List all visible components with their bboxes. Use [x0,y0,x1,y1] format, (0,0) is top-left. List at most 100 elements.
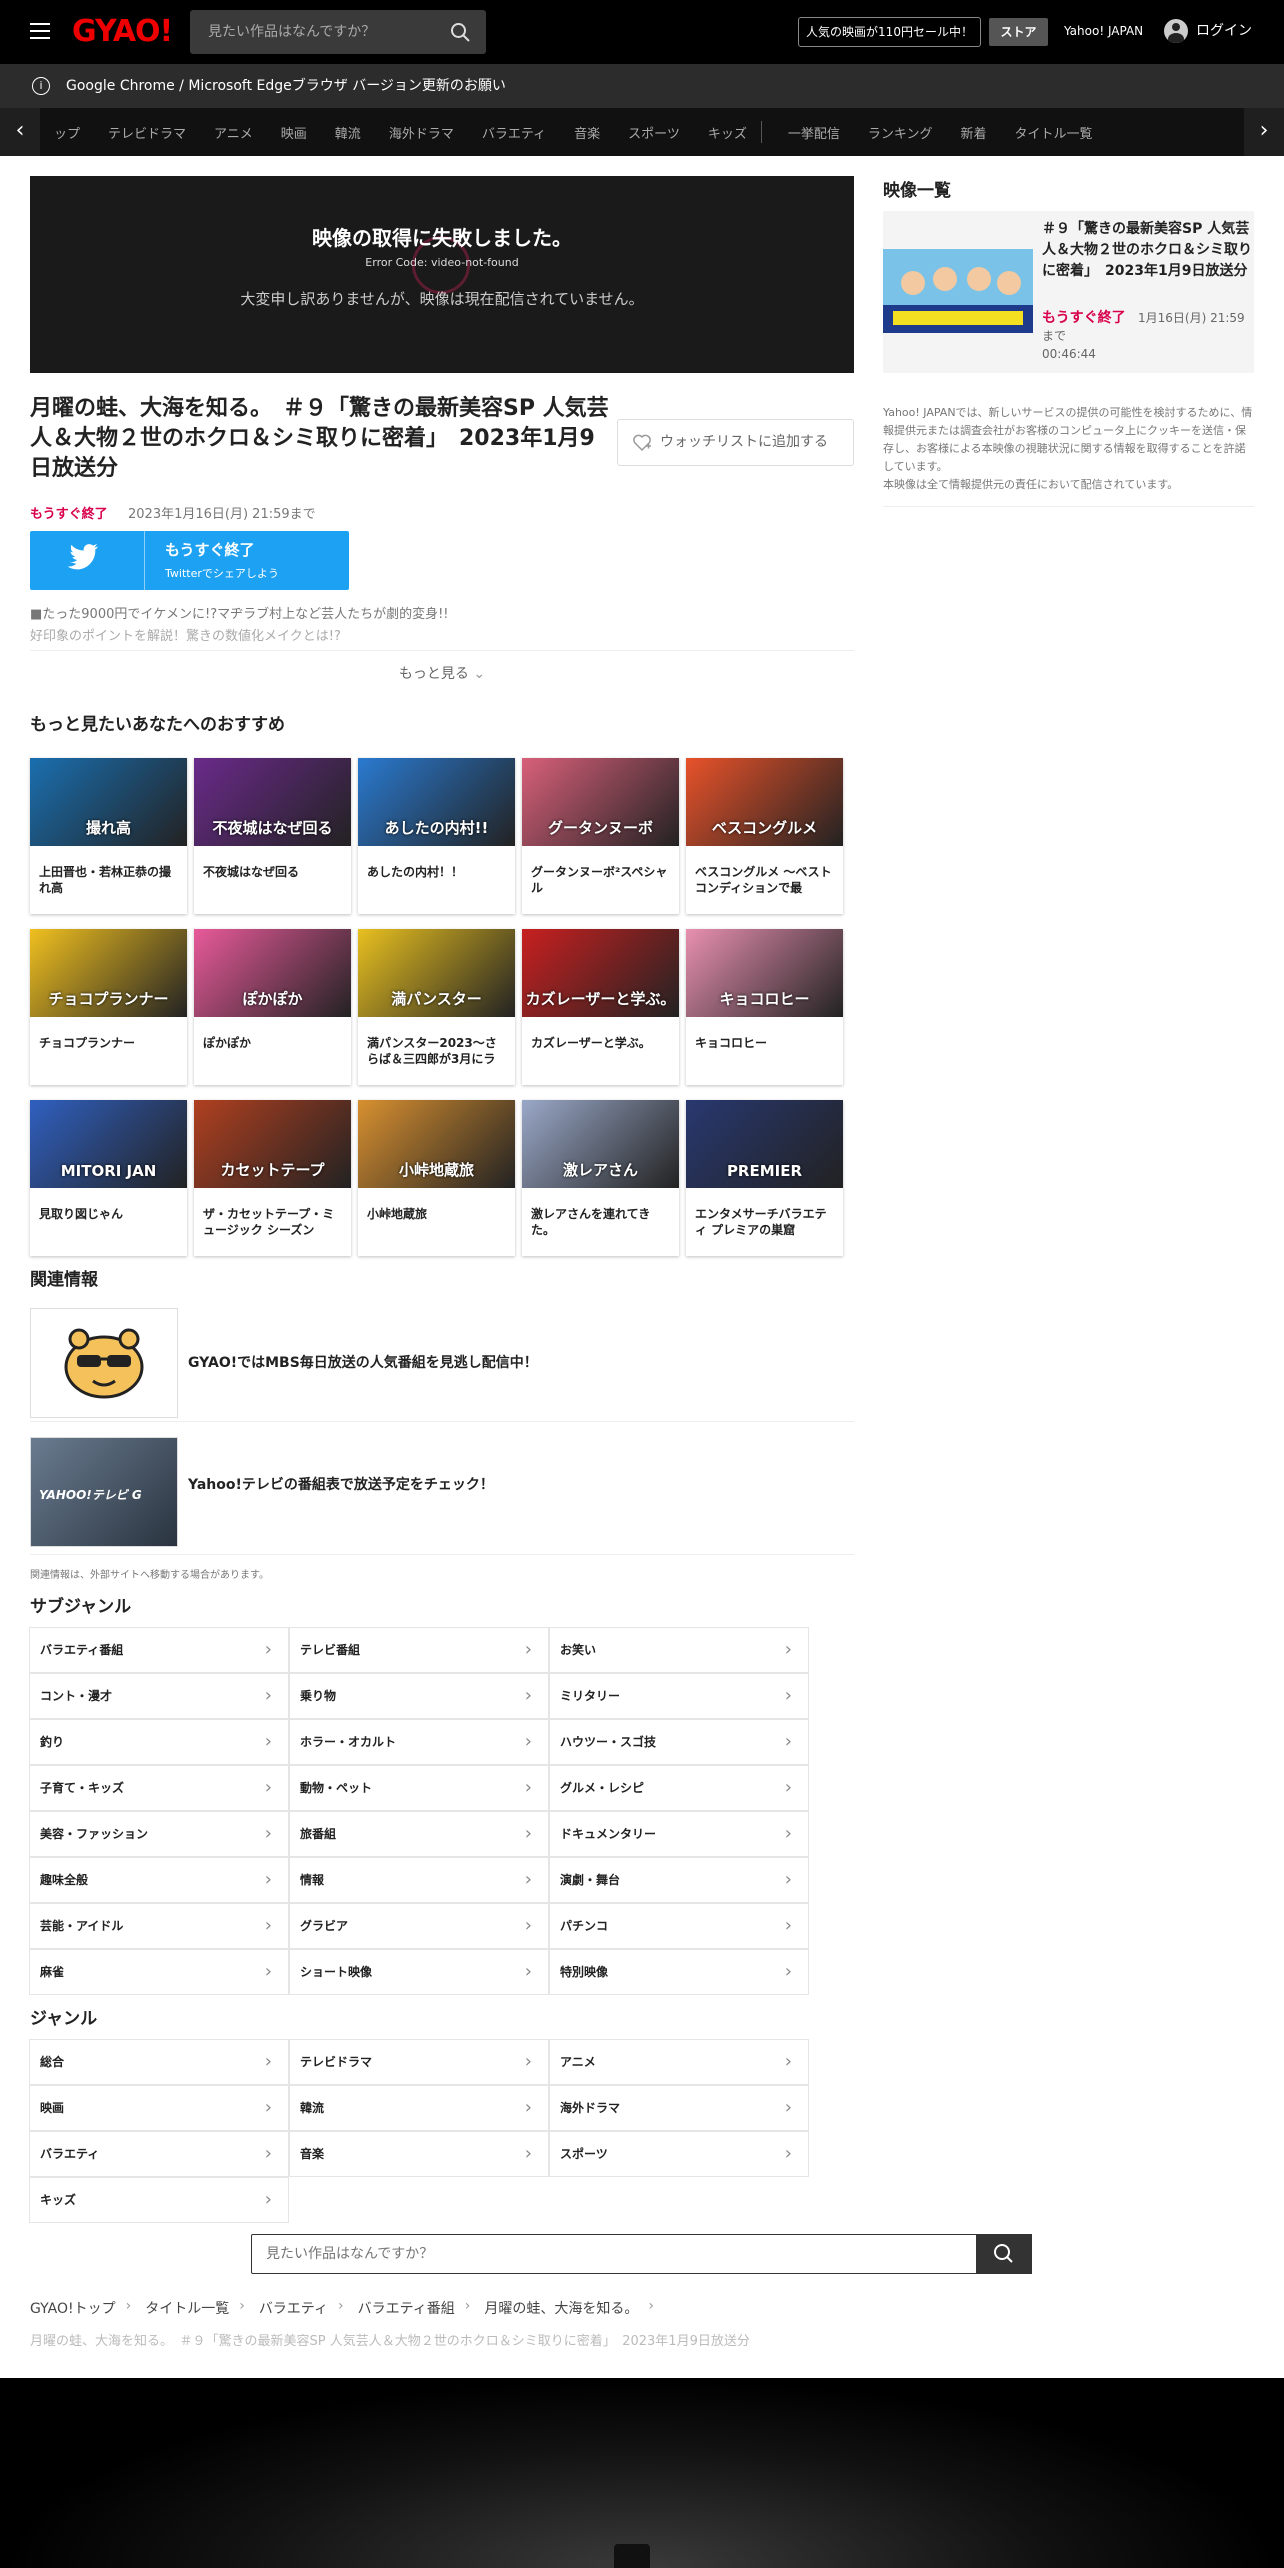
nav-item-sports[interactable]: スポーツ [614,123,694,142]
genre-item[interactable]: アニメ [549,2039,809,2085]
genre-heading: ジャンル [30,2009,98,2029]
show-more-button[interactable]: もっと見る ⌄ [30,650,854,696]
subgenre-item[interactable]: 釣り [29,1719,289,1765]
recommend-card[interactable]: PREMIER エンタメサーチバラエティ プレミアの巣窟 [686,1100,843,1256]
subgenre-item[interactable]: ハウツー・スゴ技 [549,1719,809,1765]
subgenre-item[interactable]: 演劇・舞台 [549,1857,809,1903]
bottom-search-input[interactable] [266,2235,966,2273]
genre-item[interactable]: 韓流 [289,2085,549,2131]
nav-prev-icon[interactable]: ‹ [0,108,40,156]
card-thumbnail: あしたの内村!! [358,758,515,846]
subgenre-item[interactable]: テレビ番組 [289,1627,549,1673]
search-input[interactable] [208,10,438,54]
genre-item[interactable]: 映画 [29,2085,289,2131]
nav-item-drama[interactable]: テレビドラマ [94,123,200,142]
recommend-card[interactable]: カセットテープ ザ・カセットテープ・ミュージック シーズン [194,1100,351,1256]
logo[interactable]: GYAO! [72,14,173,50]
subgenre-item[interactable]: 旅番組 [289,1811,549,1857]
yahoo-japan-link[interactable]: Yahoo! JAPAN [1064,24,1143,38]
subgenre-item[interactable]: ホラー・オカルト [289,1719,549,1765]
genre-item[interactable]: キッズ [29,2177,289,2223]
nav-item-music[interactable]: 音楽 [560,123,614,142]
browser-notice[interactable]: i Google Chrome / Microsoft Edgeブラウザ バージ… [0,64,1284,108]
subgenre-item[interactable]: ショート映像 [289,1949,549,1995]
subgenre-item[interactable]: 美容・ファッション [29,1811,289,1857]
sale-link[interactable]: 人気の映画が110円セール中！ [798,17,981,47]
store-button[interactable]: ストア [989,18,1048,46]
subgenre-item[interactable]: 趣味全般 [29,1857,289,1903]
subgenre-item[interactable]: 特別映像 [549,1949,809,1995]
subgenre-item[interactable]: 麻雀 [29,1949,289,1995]
genre-item[interactable]: テレビドラマ [289,2039,549,2085]
card-thumbnail-text: グータンヌーボ [547,819,653,837]
subgenre-item[interactable]: パチンコ [549,1903,809,1949]
genre-item[interactable]: 音楽 [289,2131,549,2177]
nav-item-anime[interactable]: アニメ [200,123,267,142]
breadcrumb-top[interactable]: GYAO!トップ [30,2298,116,2318]
recommend-card[interactable]: チョコプランナー チョコプランナー [30,929,187,1085]
sidebar-video-item[interactable]: ＃９「驚きの最新美容SP 人気芸人＆大物２世のホクロ＆シミ取りに密着」 2023… [883,211,1254,373]
subgenre-item[interactable]: ミリタリー [549,1673,809,1719]
recommend-card[interactable]: カズレーザーと学ぶ。 カズレーザーと学ぶ。 [522,929,679,1085]
subgenre-item[interactable]: グルメ・レシピ [549,1765,809,1811]
nav-item-new[interactable]: 新着 [946,123,1000,142]
nav-item-binge[interactable]: 一挙配信 [774,123,854,142]
subgenre-item[interactable]: お笑い [549,1627,809,1673]
recommend-card[interactable]: 激レアさん 激レアさんを連れてきた。 [522,1100,679,1256]
recommend-card[interactable]: 不夜城はなぜ回る 不夜城はなぜ回る [194,758,351,914]
search-icon[interactable] [450,22,470,42]
recommend-card[interactable]: あしたの内村!! あしたの内村！！ [358,758,515,914]
subgenre-item[interactable]: コント・漫才 [29,1673,289,1719]
nav-next-icon[interactable]: › [1244,108,1284,156]
recommend-card[interactable]: ぽかぽか ぽかぽか [194,929,351,1085]
genre-item[interactable]: 総合 [29,2039,289,2085]
page-top-tab[interactable] [614,2544,650,2568]
nav-item-overseas-drama[interactable]: 海外ドラマ [375,123,468,142]
video-player[interactable]: 映像の取得に失敗しました。 Error Code: video-not-foun… [30,176,854,373]
subgenre-item[interactable]: 芸能・アイドル [29,1903,289,1949]
login-button[interactable]: ログイン [1164,18,1252,44]
breadcrumb-titles[interactable]: タイトル一覧 [145,2298,229,2318]
nav-item-top[interactable]: ップ [40,123,94,142]
breadcrumb-variety[interactable]: バラエティ [259,2298,328,2318]
subgenre-item[interactable]: グラビア [289,1903,549,1949]
card-thumbnail: MITORI JAN [30,1100,187,1188]
recommend-card[interactable]: 満パンスター 満パンスター2023〜さらば＆三四郎が3月にラ [358,929,515,1085]
twitter-share-button[interactable]: もうすぐ終了 Twitterでシェアしよう [30,531,349,590]
related-item[interactable]: GYAO!ではMBS毎日放送の人気番組を見逃し配信中！ [30,1302,854,1422]
subgenre-item[interactable]: 子育て・キッズ [29,1765,289,1811]
nav-item-kids[interactable]: キッズ [694,123,761,142]
subgenre-item[interactable]: バラエティ番組 [29,1627,289,1673]
recommend-card[interactable]: 撮れ高 上田晋也・若林正恭の撮れ高 [30,758,187,914]
watchlist-label: ウォッチリストに追加する [660,434,828,450]
card-thumbnail: ベスコングルメ [686,758,843,846]
related-item[interactable]: YAHOO!テレビ G Yahoo!テレビの番組表で放送予定をチェック！ [30,1422,854,1555]
nav-item-titles[interactable]: タイトル一覧 [1001,123,1107,142]
watchlist-button[interactable]: ウォッチリストに追加する [617,419,854,466]
share-main-label: もうすぐ終了 [165,541,255,559]
recommend-card[interactable]: MITORI JAN 見取り図じゃん [30,1100,187,1256]
card-thumbnail: カセットテープ [194,1100,351,1188]
recommend-card[interactable]: 小峠地蔵旅 小峠地蔵旅 [358,1100,515,1256]
genre-item[interactable]: 海外ドラマ [549,2085,809,2131]
bottom-search-button[interactable] [976,2234,1032,2274]
nav-item-movie[interactable]: 映画 [267,123,321,142]
menu-icon[interactable] [30,23,50,39]
subgenre-item[interactable]: 情報 [289,1857,549,1903]
recommend-card[interactable]: グータンヌーボ グータンヌーボ²スペシャル [522,758,679,914]
recommend-card[interactable]: キョコロヒー キョコロヒー [686,929,843,1085]
card-thumbnail: 不夜城はなぜ回る [194,758,351,846]
heart-add-icon [633,434,651,452]
nav-item-variety[interactable]: バラエティ [468,123,560,142]
breadcrumb-series[interactable]: 月曜の蛙、大海を知る。 [484,2298,638,2318]
subgenre-item[interactable]: ドキュメンタリー [549,1811,809,1857]
nav-item-korean[interactable]: 韓流 [321,123,375,142]
nav-item-ranking[interactable]: ランキング [854,123,947,142]
subgenre-item[interactable]: 乗り物 [289,1673,549,1719]
genre-item[interactable]: バラエティ [29,2131,289,2177]
card-thumbnail: 激レアさん [522,1100,679,1188]
recommend-card[interactable]: ベスコングルメ ベスコングルメ 〜ベストコンディションで最 [686,758,843,914]
breadcrumb-variety-program[interactable]: バラエティ番組 [358,2298,455,2318]
subgenre-item[interactable]: 動物・ペット [289,1765,549,1811]
genre-item[interactable]: スポーツ [549,2131,809,2177]
